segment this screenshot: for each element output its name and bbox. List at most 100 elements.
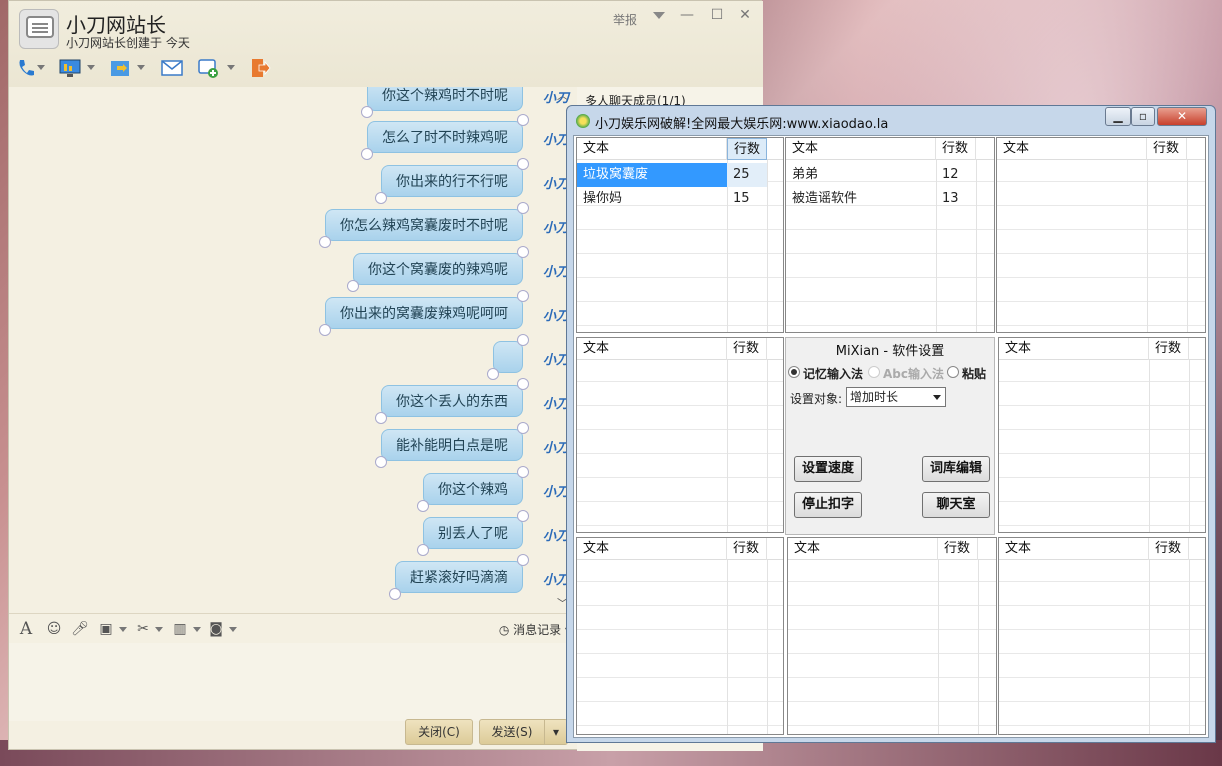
col-text-header[interactable]: 文本	[577, 538, 727, 560]
stop-typing-button[interactable]: 停止扣字	[794, 492, 862, 518]
emoji-icon[interactable]: ☺	[45, 621, 63, 637]
message-item[interactable]: 你怎么辣鸡窝囊废时不时呢 小刀	[319, 202, 569, 248]
image-icon[interactable]: ▣	[97, 621, 115, 637]
col-text-header[interactable]: 文本	[999, 338, 1149, 360]
message-item[interactable]: 能补能明白点是呢 小刀	[375, 422, 569, 468]
col-lines-header[interactable]: 行数	[727, 538, 767, 560]
message-item[interactable]: 你出来的行不行呢 小刀	[375, 158, 569, 204]
send-options-dropdown[interactable]: ▾	[544, 719, 568, 745]
message-item[interactable]: 赶紧滚好吗滴滴 小刀	[389, 554, 569, 600]
radio-memory-ime[interactable]	[788, 366, 800, 378]
col-text-header[interactable]: 文本	[997, 138, 1147, 160]
message-item[interactable]: 小刀	[487, 334, 569, 380]
message-record-button[interactable]: ◷ 消息记录 ▾	[499, 621, 571, 638]
word-list-2[interactable]: 文本 行数 弟弟 12 被造谣软件 13	[785, 137, 995, 333]
message-bubble[interactable]	[487, 334, 529, 380]
word-list-5[interactable]: 文本 行数	[998, 337, 1206, 533]
chevron-down-icon[interactable]	[119, 627, 127, 632]
col-lines-header[interactable]: 行数	[1147, 138, 1187, 160]
chevron-down-icon[interactable]	[227, 65, 235, 70]
message-bubble[interactable]: 你出来的窝囊废辣鸡呢呵呵	[319, 290, 529, 336]
dropdown-menu-icon[interactable]	[649, 8, 669, 24]
chevron-down-icon[interactable]	[37, 65, 45, 70]
group-avatar[interactable]	[19, 9, 59, 49]
chevron-down-icon[interactable]	[137, 65, 145, 70]
radio-abc-ime-label[interactable]: Abc输入法	[883, 365, 944, 382]
chatroom-button[interactable]: 聊天室	[922, 492, 990, 518]
message-bubble[interactable]: 你这个窝囊废的辣鸡呢	[347, 246, 529, 292]
table-row[interactable]: 垃圾窝囊废 25	[577, 163, 783, 187]
font-icon[interactable]: A	[17, 621, 35, 638]
message-bubble[interactable]: 怎么了时不时辣鸡呢	[361, 114, 529, 160]
phone-icon[interactable]	[15, 57, 37, 79]
target-select[interactable]: 增加时长	[846, 387, 946, 407]
message-item[interactable]: 怎么了时不时辣鸡呢 小刀	[361, 114, 569, 160]
col-lines-header[interactable]: 行数	[727, 138, 767, 160]
message-item[interactable]: 你这个窝囊废的辣鸡呢 小刀	[347, 246, 569, 292]
close-window-button[interactable]: ✕	[1157, 107, 1207, 126]
col-text-header[interactable]: 文本	[577, 338, 727, 360]
chart-icon[interactable]: ▥	[171, 621, 189, 637]
word-list-3[interactable]: 文本 行数	[996, 137, 1206, 333]
voice-icon[interactable]: 🎤︎	[71, 621, 89, 637]
col-lines-header[interactable]: 行数	[1149, 338, 1189, 360]
chevron-down-icon[interactable]	[155, 627, 163, 632]
message-bubble[interactable]: 你这个丢人的东西	[375, 378, 529, 424]
send-button[interactable]: 发送(S)	[479, 719, 545, 745]
radio-paste[interactable]	[947, 366, 959, 378]
message-item[interactable]: 你这个丢人的东西 小刀	[375, 378, 569, 424]
chevron-down-icon[interactable]	[229, 627, 237, 632]
radio-paste-label[interactable]: 粘贴	[962, 365, 986, 382]
minimize-button[interactable]: ▁	[1105, 107, 1131, 126]
word-list-7[interactable]: 文本 行数	[787, 537, 997, 735]
message-bubble[interactable]: 赶紧滚好吗滴滴	[389, 554, 529, 600]
exit-icon[interactable]	[249, 57, 271, 79]
radio-abc-ime[interactable]	[868, 366, 880, 378]
mail-icon[interactable]	[161, 57, 183, 79]
message-item[interactable]: 你出来的窝囊废辣鸡呢呵呵 小刀	[319, 290, 569, 336]
message-bubble[interactable]: 别丢人了呢	[417, 510, 529, 556]
message-input[interactable]	[9, 643, 577, 721]
col-lines-header[interactable]: 行数	[936, 138, 976, 160]
col-text-header[interactable]: 文本	[577, 138, 727, 160]
word-list-8[interactable]: 文本 行数	[998, 537, 1206, 735]
table-row[interactable]: 操你妈 15	[577, 187, 783, 211]
close-window-button[interactable]: ✕	[735, 7, 755, 23]
minimize-button[interactable]: —	[677, 7, 697, 23]
radio-memory-ime-label[interactable]: 记忆输入法	[803, 365, 863, 382]
message-bubble[interactable]: 你这个辣鸡时不时呢	[361, 87, 523, 118]
col-lines-header[interactable]: 行数	[727, 338, 767, 360]
maximize-button[interactable]: ☐	[707, 7, 727, 23]
word-list-6[interactable]: 文本 行数	[576, 537, 784, 735]
table-row[interactable]: 弟弟 12	[786, 163, 994, 187]
message-bubble[interactable]: 能补能明白点是呢	[375, 422, 529, 468]
chevron-down-icon[interactable]	[193, 627, 201, 632]
maximize-button[interactable]: ▫	[1131, 107, 1155, 126]
more-icon[interactable]: ◙	[207, 621, 225, 637]
message-item[interactable]: 别丢人了呢 小刀	[417, 510, 569, 556]
sender-nick[interactable]: 小刀	[543, 87, 569, 106]
col-lines-header[interactable]: 行数	[1149, 538, 1189, 560]
message-bubble[interactable]: 你怎么辣鸡窝囊废时不时呢	[319, 202, 529, 248]
word-list-1[interactable]: 文本 行数 垃圾窝囊废 25 操你妈 15	[576, 137, 784, 333]
word-list-4[interactable]: 文本 行数	[576, 337, 784, 533]
col-text-header[interactable]: 文本	[999, 538, 1149, 560]
screen-share-icon[interactable]	[59, 57, 81, 79]
lexicon-edit-button[interactable]: 词库编辑	[922, 456, 990, 482]
chevron-down-icon[interactable]	[87, 65, 95, 70]
col-text-header[interactable]: 文本	[788, 538, 938, 560]
set-speed-button[interactable]: 设置速度	[794, 456, 862, 482]
message-bubble[interactable]: 你这个辣鸡	[417, 466, 529, 512]
message-bubble[interactable]: 你出来的行不行呢	[375, 158, 529, 204]
message-list[interactable]: ︿ 你这个辣鸡时不时呢 小刀 怎么了时不时辣鸡呢 小刀 你出来的行不行呢 小刀 …	[9, 87, 577, 613]
col-lines-header[interactable]: 行数	[938, 538, 978, 560]
message-item[interactable]: 你这个辣鸡 小刀	[417, 466, 569, 512]
file-transfer-icon[interactable]	[109, 57, 131, 79]
message-item[interactable]: 你这个辣鸡时不时呢 小刀	[361, 87, 569, 118]
report-link[interactable]: 举报	[613, 11, 637, 28]
screenshot-icon[interactable]: ✂	[134, 621, 152, 637]
close-button[interactable]: 关闭(C)	[405, 719, 473, 745]
col-text-header[interactable]: 文本	[786, 138, 936, 160]
add-app-icon[interactable]	[197, 57, 219, 79]
table-row[interactable]: 被造谣软件 13	[786, 187, 994, 211]
